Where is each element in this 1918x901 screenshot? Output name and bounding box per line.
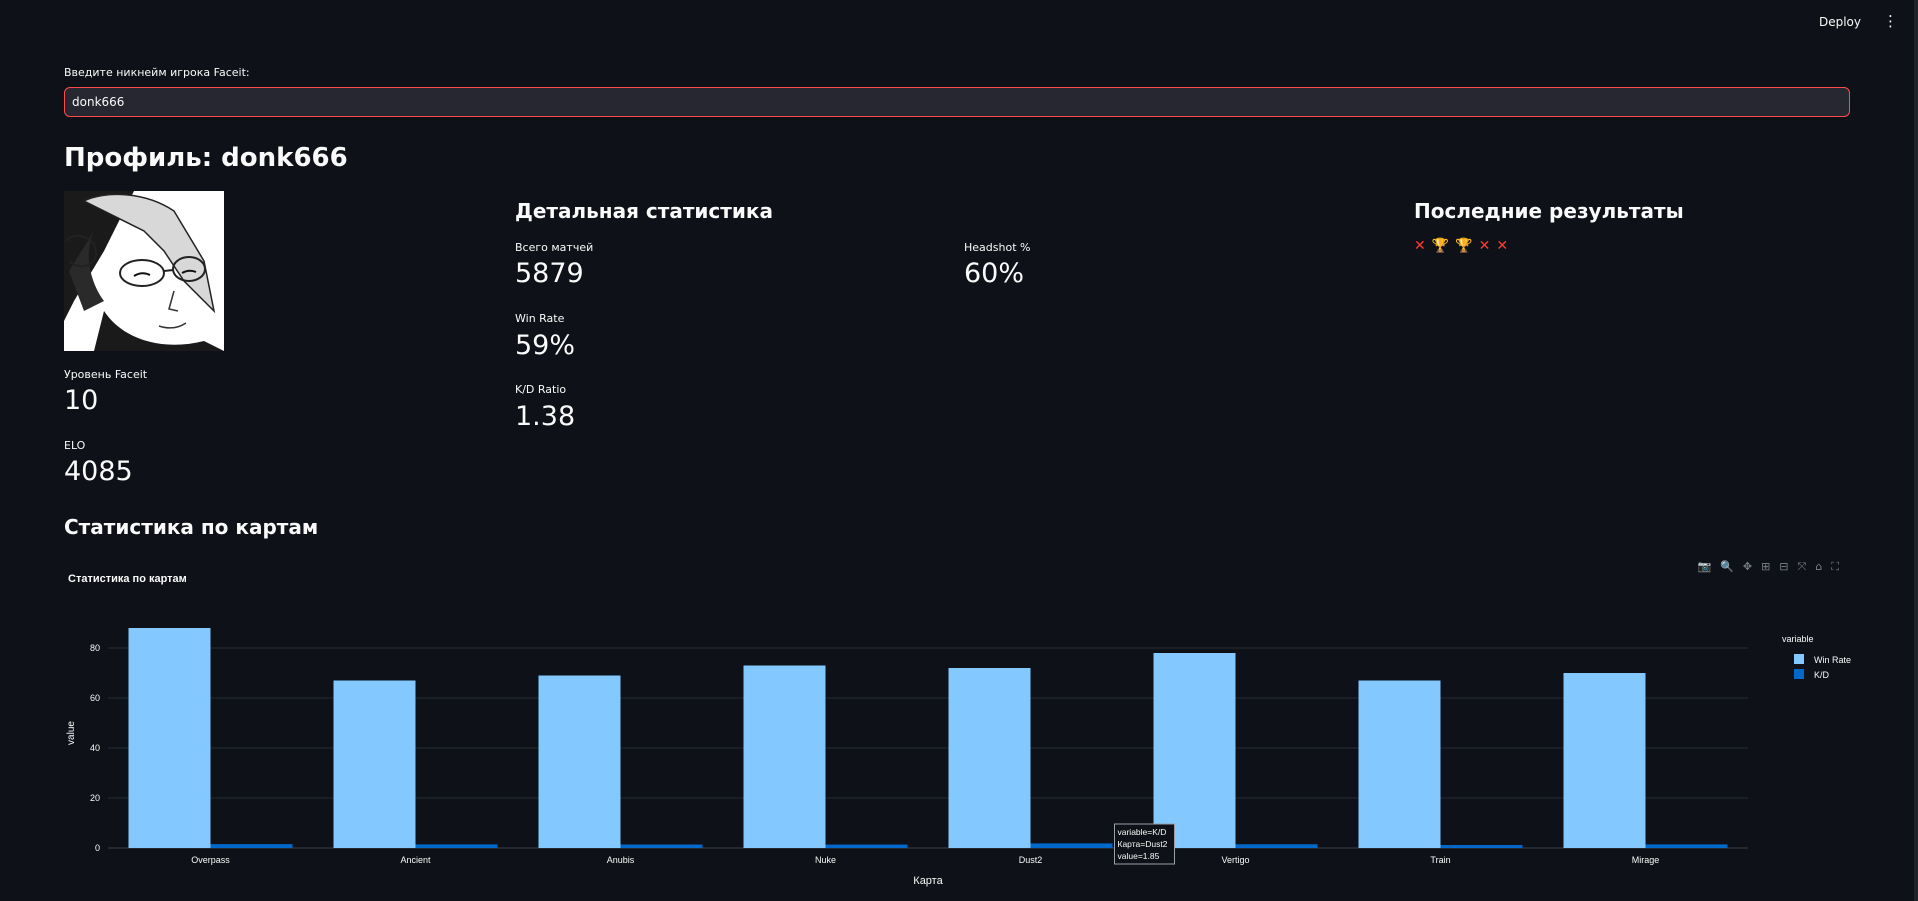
bar-win-rate-nuke [743, 665, 826, 848]
kd-label: K/D Ratio [515, 383, 567, 396]
zoom-icon[interactable]: 🔍 [1720, 560, 1734, 574]
bar-win-rate-ancient [333, 680, 416, 848]
matches-label: Всего матчей [515, 241, 594, 254]
y-tick-label: 80 [90, 643, 100, 653]
trophy-icon: 🏆 [1455, 238, 1473, 254]
legend-swatch [1794, 669, 1804, 679]
legend-swatch [1794, 654, 1804, 664]
bar-win-rate-anubis [538, 675, 621, 848]
scrollbar[interactable] [1914, 0, 1918, 901]
y-tick-label: 0 [95, 843, 100, 853]
bar-win-rate-overpass [128, 628, 211, 848]
profile-title: Профиль: donk666 [64, 143, 348, 173]
main-menu-icon[interactable]: ⋮ [1883, 14, 1898, 29]
camera-icon[interactable]: 📷 [1697, 560, 1711, 574]
x-tick-label: Ancient [400, 855, 431, 865]
tooltip-line: Карта=Dust2 [1118, 839, 1168, 849]
y-tick-label: 60 [90, 693, 100, 703]
map-stats-heading: Статистика по картам [64, 515, 319, 539]
bar-k-d-mirage [1645, 844, 1728, 848]
pan-icon[interactable]: ✥ [1743, 560, 1752, 574]
bar-k-d-dust2 [1030, 843, 1113, 848]
headshot-label: Headshot % [964, 241, 1031, 254]
legend-item-label: Win Rate [1814, 655, 1851, 665]
map-stats-chart: Статистика по картам 0 20 40 60 80 value Карта O… [64, 556, 1854, 901]
legend-title: variable [1782, 634, 1814, 644]
nickname-input[interactable] [64, 87, 1850, 117]
cross-icon: ✕ [1496, 238, 1509, 254]
reset-axes-icon[interactable]: ⌂ [1815, 560, 1822, 574]
recent-results-heading: Последние результаты [1414, 199, 1684, 223]
level-label: Уровень Faceit [64, 368, 148, 381]
x-tick-label: Dust2 [1019, 855, 1043, 865]
chart-modebar: 📷 🔍 ✥ ⊞ ⊟ ⤧ ⌂ ⛶ [1697, 560, 1839, 574]
x-tick-label: Nuke [815, 855, 836, 865]
chart-title: Статистика по картам [68, 573, 187, 585]
x-axis-title: Карта [913, 875, 943, 887]
bar-k-d-ancient [415, 844, 498, 848]
x-tick-label: Vertigo [1221, 855, 1249, 865]
matches-value: 5879 [515, 258, 584, 289]
level-value: 10 [64, 385, 99, 416]
deploy-button[interactable]: Deploy [1819, 15, 1861, 29]
recent-results-list: ✕ 🏆 🏆 ✕ ✕ [1414, 238, 1508, 254]
y-tick-label: 20 [90, 793, 100, 803]
y-tick-label: 40 [90, 743, 100, 753]
elo-value: 4085 [64, 456, 133, 487]
detailed-stats-heading: Детальная статистика [515, 199, 773, 223]
x-tick-label: Mirage [1632, 855, 1660, 865]
top-bar: Deploy ⋮ [1819, 14, 1898, 29]
y-axis-title: value [66, 721, 77, 745]
autoscale-icon[interactable]: ⤧ [1798, 560, 1807, 574]
x-tick-label: Anubis [607, 855, 635, 865]
bar-k-d-overpass [210, 844, 293, 848]
zoom-in-icon[interactable]: ⊞ [1761, 560, 1770, 574]
bar-k-d-train [1440, 845, 1523, 848]
bar-win-rate-dust2 [948, 668, 1031, 848]
bar-k-d-nuke [825, 844, 908, 848]
bar-k-d-vertigo [1235, 844, 1318, 848]
cross-icon: ✕ [1414, 238, 1426, 254]
chart-svg: Статистика по картам 0 20 40 60 80 value Карта O… [66, 573, 1851, 887]
elo-label: ELO [64, 439, 86, 452]
headshot-value: 60% [964, 258, 1025, 289]
tooltip-line: value=1.85 [1118, 851, 1160, 861]
bar-k-d-anubis [620, 844, 703, 848]
cross-icon: ✕ [1478, 238, 1491, 254]
bar-win-rate-train [1358, 680, 1441, 848]
x-tick-label: Overpass [191, 855, 230, 865]
winrate-label: Win Rate [515, 312, 565, 325]
trophy-icon: 🏆 [1431, 238, 1450, 254]
bar-win-rate-mirage [1563, 673, 1646, 848]
avatar [64, 191, 224, 351]
zoom-out-icon[interactable]: ⊟ [1779, 560, 1788, 574]
legend-item-label: K/D [1814, 670, 1830, 680]
bar-win-rate-vertigo [1153, 653, 1236, 848]
winrate-value: 59% [515, 330, 576, 361]
tooltip-line: variable=K/D [1118, 827, 1167, 837]
x-tick-label: Train [1430, 855, 1450, 865]
fullscreen-icon[interactable]: ⛶ [1831, 560, 1839, 574]
kd-value: 1.38 [515, 401, 576, 432]
nickname-input-label: Введите никнейм игрока Faceit: [64, 66, 250, 79]
